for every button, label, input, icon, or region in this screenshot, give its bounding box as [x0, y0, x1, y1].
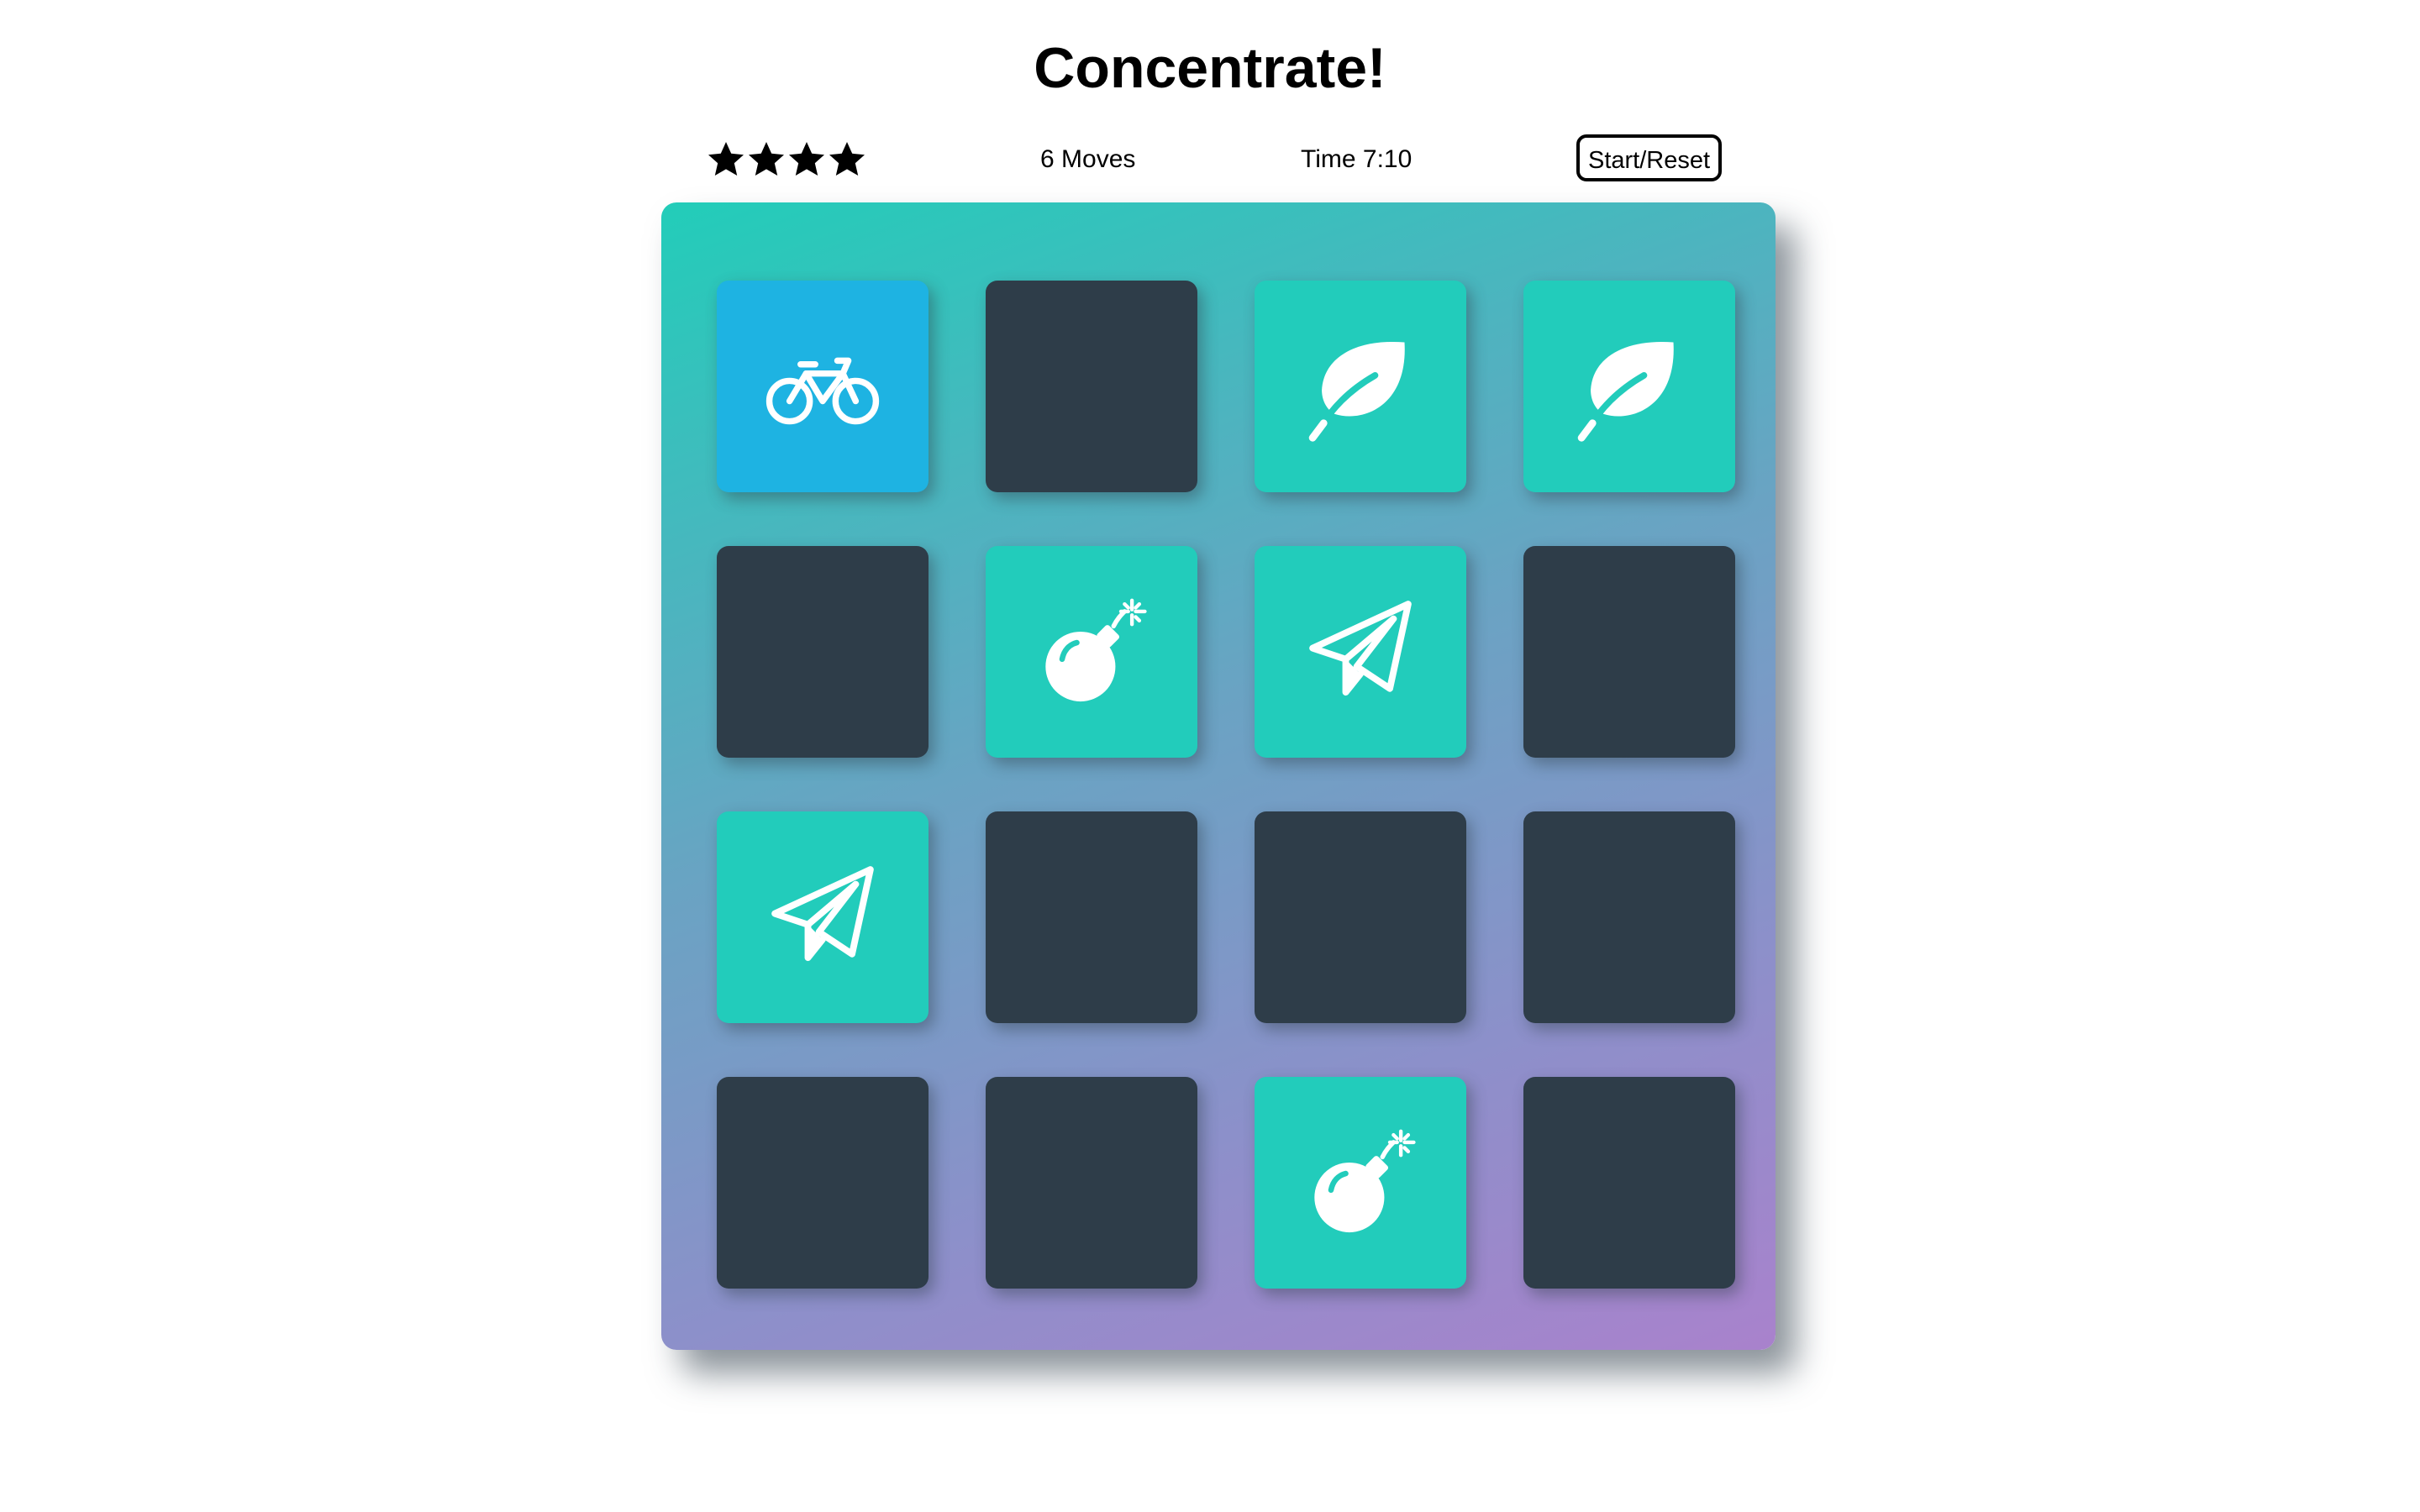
bicycle-icon: [764, 328, 881, 445]
star-icon: [706, 139, 746, 180]
card-match[interactable]: [986, 546, 1197, 758]
card-hidden[interactable]: [986, 281, 1197, 492]
card-hidden[interactable]: [1523, 546, 1735, 758]
bomb-icon: [1302, 1124, 1419, 1242]
game-page: Concentrate! 6 Moves Time 7:10 Start/Res…: [0, 0, 2420, 1512]
card-hidden[interactable]: [986, 811, 1197, 1023]
card-match[interactable]: [717, 811, 929, 1023]
timer: Time 7:10: [1301, 145, 1413, 173]
star-icon: [786, 139, 827, 180]
card-match[interactable]: [1255, 546, 1466, 758]
card-match[interactable]: [1255, 1077, 1466, 1289]
paper-plane-icon: [764, 858, 881, 976]
card-match[interactable]: [1255, 281, 1466, 492]
card-hidden[interactable]: [717, 1077, 929, 1289]
card-hidden[interactable]: [986, 1077, 1197, 1289]
card-open[interactable]: [717, 281, 929, 492]
card-hidden[interactable]: [717, 546, 929, 758]
leaf-icon: [1302, 328, 1419, 445]
score-panel: 6 Moves Time 7:10 Start/Reset: [706, 133, 1723, 186]
card-hidden[interactable]: [1523, 1077, 1735, 1289]
star-rating: [706, 133, 867, 186]
leaf-icon: [1570, 328, 1688, 445]
card-hidden[interactable]: [1523, 811, 1735, 1023]
bomb-icon: [1033, 593, 1150, 711]
star-icon: [827, 139, 867, 180]
card-deck: [661, 202, 1776, 1350]
page-title: Concentrate!: [1034, 36, 1386, 100]
start-reset-button[interactable]: Start/Reset: [1576, 134, 1723, 181]
card-match[interactable]: [1523, 281, 1735, 492]
paper-plane-icon: [1302, 593, 1419, 711]
moves-counter: 6 Moves: [1040, 145, 1136, 173]
star-icon: [746, 139, 786, 180]
card-hidden[interactable]: [1255, 811, 1466, 1023]
